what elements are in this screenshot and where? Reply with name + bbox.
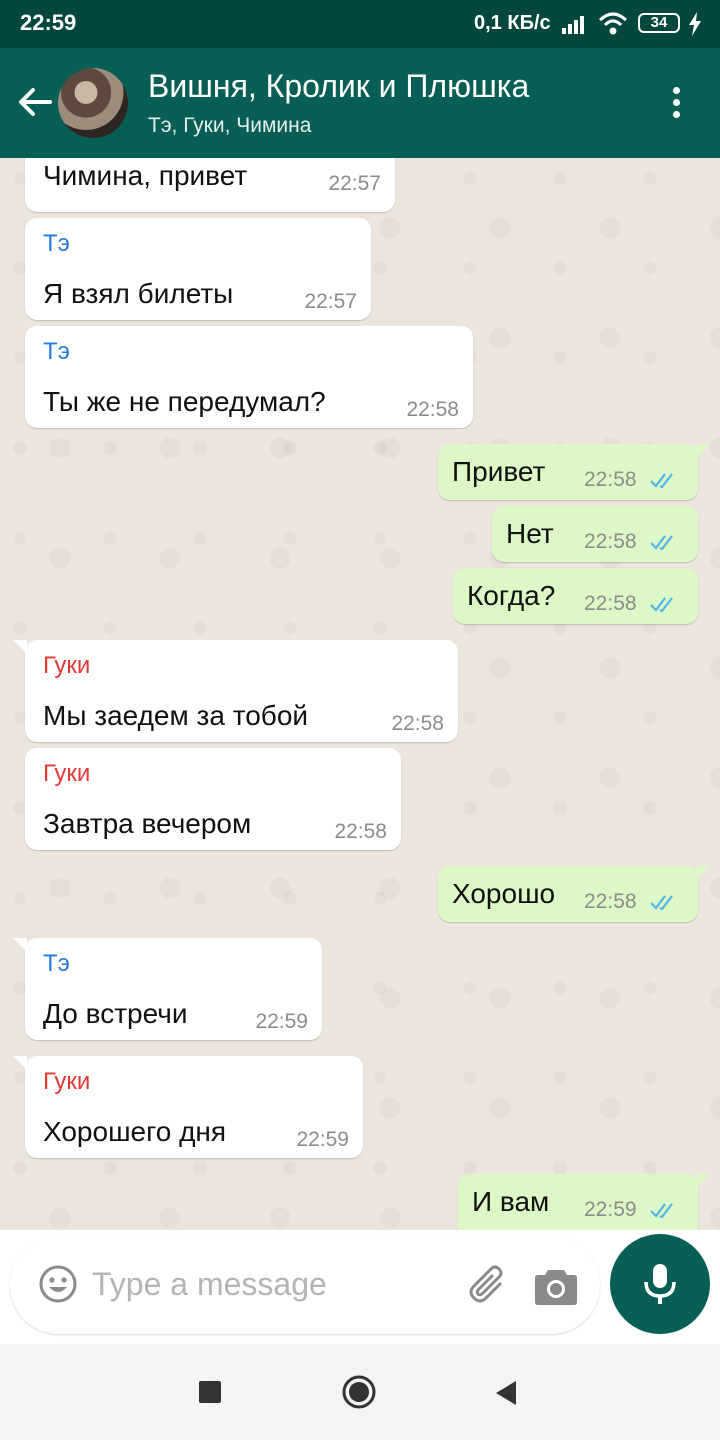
message-incoming[interactable]: Чимина, привет 22:57 xyxy=(25,158,395,212)
message-outgoing[interactable]: Привет 22:58 xyxy=(438,444,710,500)
sender-name: Гуки xyxy=(43,652,91,679)
sender-name: Тэ xyxy=(43,338,70,365)
message-time: 22:57 xyxy=(328,172,381,195)
signal-icon xyxy=(562,16,584,34)
message-incoming[interactable]: Гуки Завтра вечером 22:58 xyxy=(25,748,401,850)
message-text: Ты же не передумал? xyxy=(43,386,326,417)
message-incoming[interactable]: Тэ Ты же не передумал? 22:58 xyxy=(25,326,473,428)
sender-name: Тэ xyxy=(43,950,70,977)
message-text: И вам xyxy=(472,1186,550,1217)
more-vert-icon[interactable] xyxy=(662,84,690,124)
system-navigation-bar xyxy=(0,1344,720,1440)
read-ticks-icon xyxy=(650,895,673,911)
back-nav-icon[interactable] xyxy=(494,1380,518,1406)
chat-title[interactable]: Вишня, Кролик и Плюшка xyxy=(148,68,529,105)
message-incoming[interactable]: Тэ Я взял билеты 22:57 xyxy=(25,218,371,320)
message-time: 22:59 xyxy=(255,1010,308,1033)
message-text: Завтра вечером xyxy=(43,808,252,839)
message-incoming[interactable]: Гуки Хорошего дня 22:59 xyxy=(13,1056,363,1158)
message-time: 22:59 xyxy=(584,1198,637,1221)
message-outgoing[interactable]: И вам 22:59 xyxy=(458,1174,710,1230)
message-text: Чимина, привет xyxy=(43,160,248,191)
read-ticks-icon xyxy=(650,473,673,489)
message-input[interactable]: Type a message xyxy=(92,1266,327,1303)
message-text: Когда? xyxy=(467,580,556,611)
group-avatar[interactable] xyxy=(58,68,128,138)
message-text: Нет xyxy=(506,518,554,549)
message-text: Хорошо xyxy=(452,878,556,909)
emoji-icon[interactable] xyxy=(38,1264,78,1304)
read-ticks-icon xyxy=(650,535,673,551)
message-composer: Type a message xyxy=(10,1236,600,1334)
message-text: Хорошего дня xyxy=(43,1116,227,1147)
message-text: До встречи xyxy=(43,998,188,1029)
message-time: 22:58 xyxy=(406,398,459,421)
message-time: 22:58 xyxy=(391,712,444,735)
message-incoming[interactable]: Тэ До встречи 22:59 xyxy=(13,938,322,1040)
message-outgoing[interactable]: Хорошо 22:58 xyxy=(438,866,710,922)
message-incoming[interactable]: Гуки Мы заедем за тобой 22:58 xyxy=(13,640,458,742)
paperclip-icon[interactable] xyxy=(466,1262,512,1308)
microphone-icon xyxy=(644,1264,676,1304)
message-outgoing[interactable]: Когда? 22:58 xyxy=(453,568,698,624)
battery-level: 34 xyxy=(650,14,668,31)
message-time: 22:58 xyxy=(584,530,637,553)
read-ticks-icon xyxy=(650,1203,673,1219)
message-time: 22:58 xyxy=(584,468,637,491)
arrow-back-icon[interactable] xyxy=(14,82,54,122)
recents-icon[interactable] xyxy=(199,1381,221,1403)
message-outgoing[interactable]: Нет 22:58 xyxy=(492,506,698,562)
message-time: 22:58 xyxy=(334,820,387,843)
battery-icon: 34 xyxy=(638,13,680,33)
status-time: 22:59 xyxy=(20,10,77,35)
message-text: Я взял билеты xyxy=(43,278,234,309)
sender-name: Гуки xyxy=(43,1068,91,1095)
message-text: Мы заедем за тобой xyxy=(43,700,309,731)
message-time: 22:57 xyxy=(304,290,357,313)
message-list[interactable]: Чимина, привет 22:57 Тэ Я взял билеты 22… xyxy=(0,158,720,1230)
message-time: 22:58 xyxy=(584,592,637,615)
message-text: Привет xyxy=(452,456,546,487)
message-time: 22:59 xyxy=(296,1128,349,1151)
chat-members[interactable]: Тэ, Гуки, Чимина xyxy=(148,114,311,138)
wifi-icon xyxy=(598,12,628,35)
microphone-button[interactable] xyxy=(610,1234,710,1334)
charging-icon xyxy=(689,12,701,36)
sender-name: Гуки xyxy=(43,760,91,787)
camera-icon[interactable] xyxy=(534,1266,578,1306)
read-ticks-icon xyxy=(650,597,673,613)
status-bar: 22:59 0,1 КБ/с 34 xyxy=(0,0,720,48)
sender-name: Тэ xyxy=(43,230,70,257)
home-icon[interactable] xyxy=(341,1374,377,1410)
message-time: 22:58 xyxy=(584,890,637,913)
network-speed: 0,1 КБ/с xyxy=(474,12,551,34)
chat-header: Вишня, Кролик и Плюшка Тэ, Гуки, Чимина xyxy=(0,48,720,158)
